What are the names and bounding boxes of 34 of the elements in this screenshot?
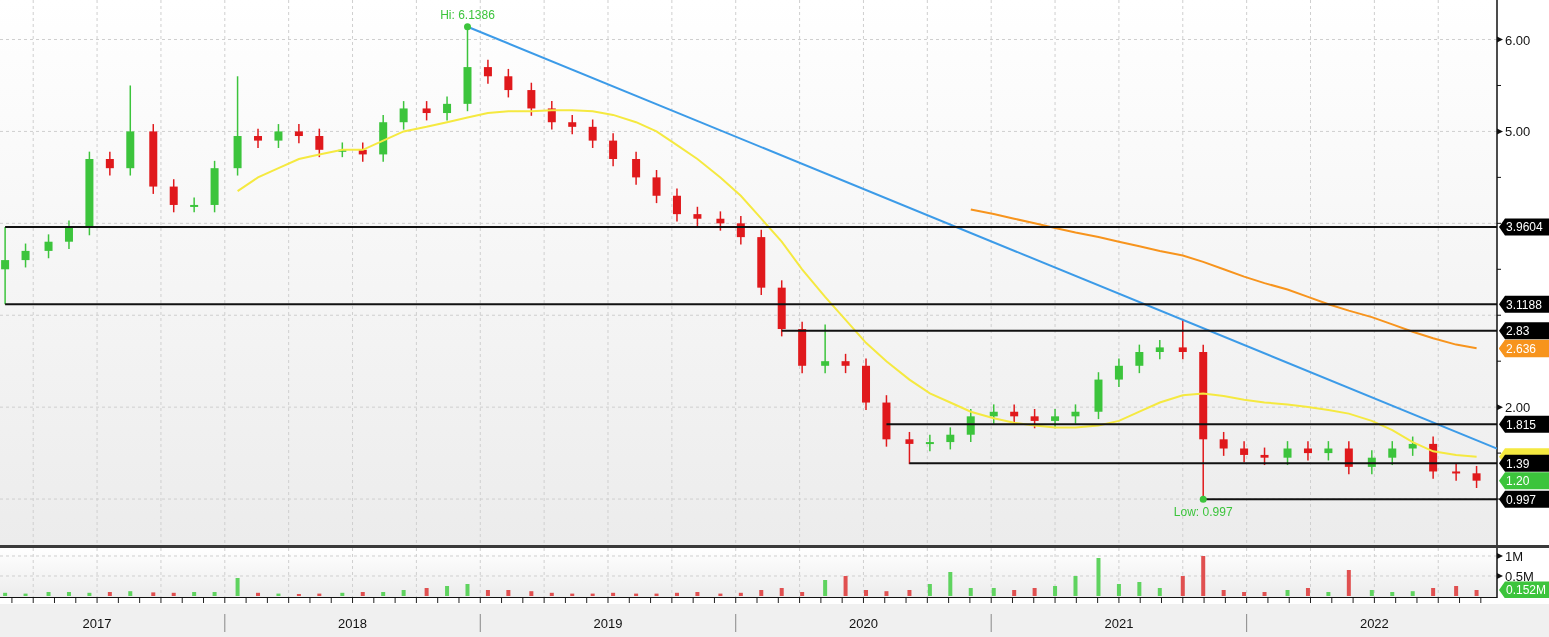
y-tick-label: 1M bbox=[1505, 549, 1524, 564]
point-marker bbox=[1199, 495, 1207, 503]
price-tag: 1.20 bbox=[1499, 472, 1549, 490]
axis-label: 2.00 bbox=[1497, 400, 1531, 416]
ref-line-label: 0.997 bbox=[1506, 492, 1537, 507]
axis-label: 5.00 bbox=[1497, 124, 1531, 140]
y-tick-label: 2.00 bbox=[1505, 400, 1531, 416]
price-tag: 2.83 bbox=[1499, 322, 1549, 340]
year-label: 2021 bbox=[1104, 616, 1134, 631]
ref-line-label: 2.83 bbox=[1506, 324, 1530, 339]
point-label: Hi: 6.1386 bbox=[440, 7, 495, 22]
price-tag: 0.997 bbox=[1499, 490, 1549, 508]
year-label: 2022 bbox=[1359, 616, 1389, 631]
year-label: 2017 bbox=[82, 616, 112, 631]
y-tick-label: 0.5M bbox=[1505, 569, 1534, 584]
y-tick-label: 6.00 bbox=[1505, 32, 1531, 48]
axis-label: 6.00 bbox=[1497, 32, 1531, 48]
price-tag: 3.9604 bbox=[1499, 218, 1549, 236]
year-label: 2019 bbox=[593, 616, 623, 631]
year-label: 2018 bbox=[338, 616, 367, 631]
axis-label: 0.5M bbox=[1497, 569, 1534, 584]
y-tick-label: 5.00 bbox=[1505, 124, 1531, 140]
point-label: Low: 0.997 bbox=[1173, 505, 1233, 520]
price-tag: 0.152M bbox=[1499, 581, 1549, 598]
price-tag: 1.815 bbox=[1499, 415, 1549, 433]
ref-line-label: 3.1188 bbox=[1506, 297, 1543, 312]
ref-line-label: 3.9604 bbox=[1506, 220, 1544, 235]
ref-line-label: 1.39 bbox=[1506, 456, 1530, 471]
price-tag: 2.636 bbox=[1499, 340, 1549, 358]
ref-line-label: 1.815 bbox=[1506, 417, 1537, 432]
point-marker bbox=[464, 23, 471, 31]
price-tag: 3.1188 bbox=[1499, 295, 1549, 313]
axis-label: 1M bbox=[1497, 549, 1524, 564]
year-label: 2020 bbox=[849, 616, 878, 631]
